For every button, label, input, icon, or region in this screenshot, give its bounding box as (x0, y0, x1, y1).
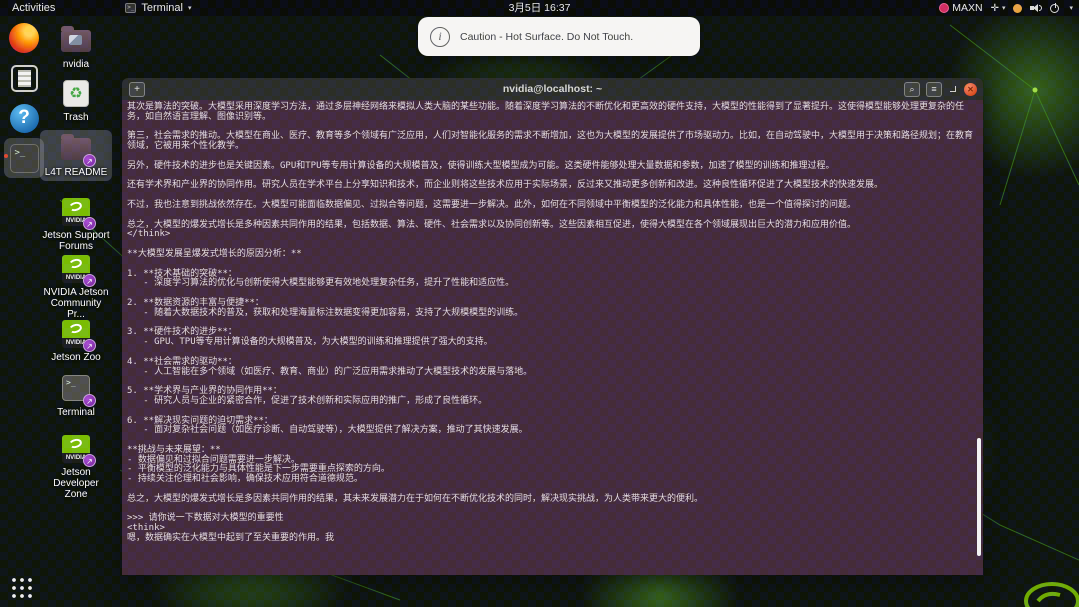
desktop: Activities >_ Terminal ▾ 3月5日 16:37 MAXN… (0, 0, 1079, 607)
trash-icon: ♻ (63, 80, 89, 107)
dock-item-firefox[interactable] (4, 18, 44, 58)
close-button[interactable]: ✕ (964, 83, 977, 96)
power-icon[interactable] (1050, 3, 1061, 14)
desktop-icon-nvidia[interactable]: nvidia (40, 22, 112, 73)
power-mode-icon (939, 3, 949, 13)
new-tab-button[interactable]: + (129, 82, 145, 97)
desktop-icon-label: Jetson Developer Zone (41, 467, 111, 500)
restore-icon[interactable] (950, 86, 956, 92)
search-button[interactable]: ⌕ (904, 82, 920, 97)
activities-button[interactable]: Activities (0, 0, 67, 16)
desktop-icon-label: Jetson Support Forums (41, 230, 111, 252)
terminal-window: + nvidia@localhost: ~ ⌕ ≡ ✕ 其次是算法的突破。大模型… (122, 78, 983, 575)
system-tray: MAXN ✛ ▾ ▾ (939, 0, 1073, 16)
help-icon: ? (10, 104, 39, 133)
system-menu-chevron-icon[interactable]: ▾ (1069, 4, 1073, 12)
dock-item-document-viewer[interactable] (4, 58, 44, 98)
document-viewer-icon (11, 65, 38, 92)
dock-item-help[interactable]: ? (4, 98, 44, 138)
desktop-icon-nvidia-jetson-community[interactable]: NVIDIA ↗ NVIDIA Jetson Community Pr... (40, 250, 112, 323)
dock-item-terminal[interactable]: >_ (4, 138, 44, 178)
firefox-icon (9, 23, 39, 53)
desktop-icon-jetson-developer-zone[interactable]: NVIDIA ↗ Jetson Developer Zone (40, 430, 112, 503)
dock: ? >_ (4, 18, 44, 178)
desktop-icon-label: Trash (63, 112, 88, 123)
desktop-icon-jetson-zoo[interactable]: NVIDIA ↗ Jetson Zoo (40, 315, 112, 366)
top-bar: Activities >_ Terminal ▾ 3月5日 16:37 MAXN… (0, 0, 1079, 16)
desktop-icon-label: L4T README (45, 167, 108, 178)
info-icon: i (430, 27, 450, 47)
volume-icon[interactable] (1030, 3, 1042, 13)
chevron-down-icon: ▾ (188, 4, 192, 12)
chevron-down-icon: ▾ (1002, 4, 1006, 12)
terminal-icon: >_ (10, 144, 39, 173)
desktop-icon-trash[interactable]: ♻ Trash (40, 75, 112, 126)
terminal-title: nvidia@localhost: ~ (503, 83, 602, 95)
terminal-titlebar[interactable]: + nvidia@localhost: ~ ⌕ ≡ ✕ (122, 78, 983, 100)
app-grid-button[interactable] (9, 575, 33, 599)
menu-button[interactable]: ≡ (926, 82, 942, 97)
shortcut-arrow-icon: ↗ (83, 339, 96, 352)
scrollbar-thumb[interactable] (977, 438, 981, 556)
notification-text: Caution - Hot Surface. Do Not Touch. (460, 31, 633, 43)
power-mode-label: MAXN (952, 2, 982, 14)
terminal-output[interactable]: 其次是算法的突破。大模型采用深度学习方法，通过多层神经网络来模拟人类大脑的某些功… (122, 100, 983, 575)
desktop-icon-jetson-support-forums[interactable]: NVIDIA ↗ Jetson Support Forums (40, 193, 112, 255)
running-indicator (4, 154, 8, 158)
desktop-icon-l4t-readme[interactable]: ↗ L4T README (40, 130, 112, 181)
status-dot-icon (1013, 4, 1022, 13)
shortcut-arrow-icon: ↗ (83, 217, 96, 230)
app-menu-label: Terminal (141, 2, 183, 14)
shortcut-arrow-icon: ↗ (83, 154, 96, 167)
input-method-indicator[interactable]: ✛ ▾ (991, 3, 1006, 14)
shortcut-arrow-icon: ↗ (83, 274, 96, 287)
shortcut-arrow-icon: ↗ (83, 394, 96, 407)
desktop-icon-terminal[interactable]: >_ ↗ Terminal (40, 370, 112, 421)
terminal-app-icon: >_ (125, 3, 136, 13)
app-menu[interactable]: >_ Terminal ▾ (125, 0, 191, 16)
desktop-icon-label: nvidia (63, 59, 89, 70)
input-method-icon: ✛ (991, 3, 999, 14)
desktop-icon-label: Jetson Zoo (51, 352, 100, 363)
shortcut-arrow-icon: ↗ (83, 454, 96, 467)
clock[interactable]: 3月5日 16:37 (509, 0, 571, 16)
desktop-icon-label: Terminal (57, 407, 95, 418)
power-mode-indicator[interactable]: MAXN (939, 2, 982, 14)
notification-toast[interactable]: i Caution - Hot Surface. Do Not Touch. (418, 17, 700, 56)
